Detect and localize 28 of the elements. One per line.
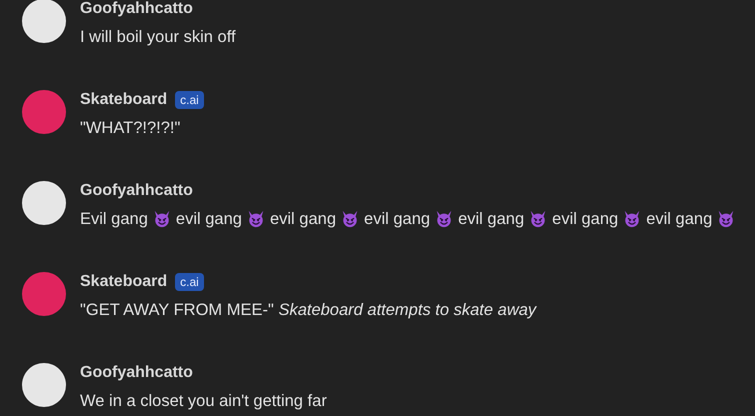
message-text: evil gang bbox=[552, 209, 618, 230]
devil-face-icon bbox=[246, 210, 265, 228]
avatar[interactable] bbox=[22, 181, 66, 225]
devil-face-icon bbox=[623, 210, 642, 228]
message-text: evil gang bbox=[364, 209, 430, 230]
avatar[interactable] bbox=[22, 0, 66, 43]
message-text: evil gang bbox=[270, 209, 336, 230]
message-text: We in a closet you ain't getting far bbox=[80, 391, 327, 412]
devil-face-icon bbox=[717, 210, 736, 228]
bot-tag: c.ai bbox=[175, 91, 204, 109]
bot-tag: c.ai bbox=[175, 273, 204, 291]
message-text: Evil gang bbox=[80, 209, 148, 230]
devil-face-icon bbox=[152, 210, 171, 228]
author-name: Goofyahhcatto bbox=[80, 363, 193, 383]
message-text: evil gang bbox=[176, 209, 242, 230]
devil-face-icon bbox=[341, 210, 360, 228]
avatar[interactable] bbox=[22, 363, 66, 407]
message-text: "WHAT?!?!?!" bbox=[80, 118, 180, 139]
devil-face-icon bbox=[529, 210, 548, 228]
author-name: Goofyahhcatto bbox=[80, 0, 193, 19]
author-name: Skateboard bbox=[80, 90, 168, 110]
message-text: evil gang bbox=[458, 209, 524, 230]
message-text: "GET AWAY FROM MEE-" Skateboard attempts to skate away bbox=[80, 300, 536, 321]
devil-face-icon bbox=[435, 210, 454, 228]
author-name: Skateboard bbox=[80, 272, 168, 292]
message-text: evil gang bbox=[646, 209, 712, 230]
author-name: Goofyahhcatto bbox=[80, 181, 193, 201]
message-text: I will boil your skin off bbox=[80, 27, 236, 48]
